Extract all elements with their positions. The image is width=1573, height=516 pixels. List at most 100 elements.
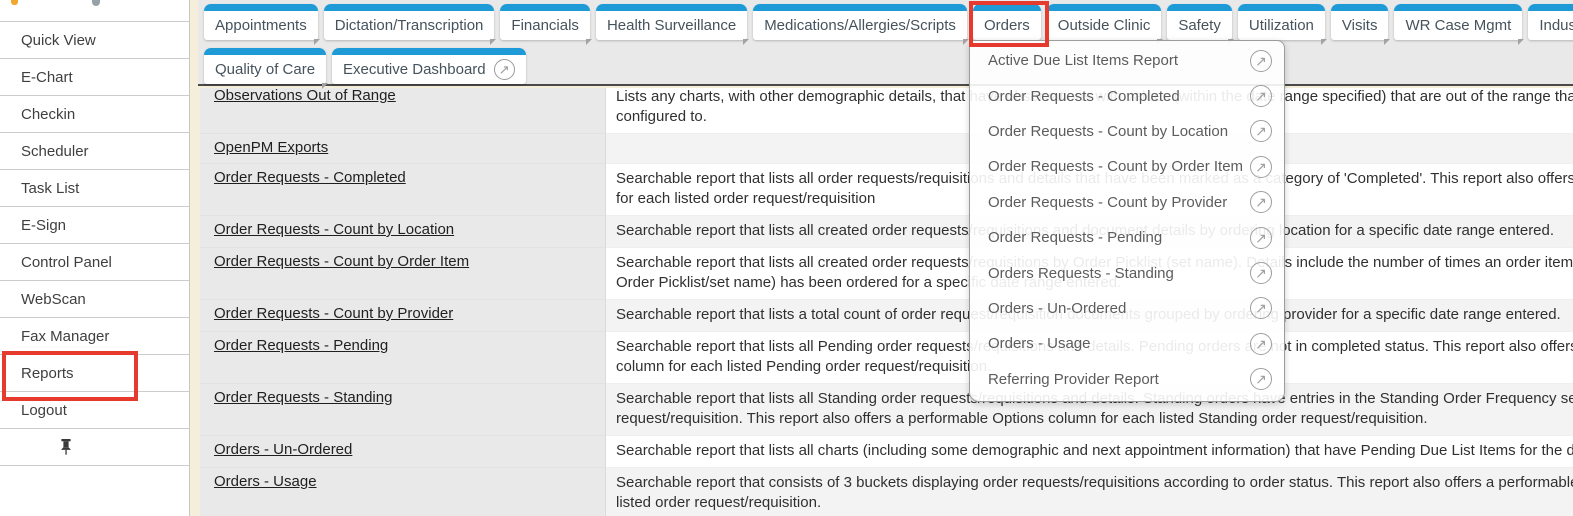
report-link[interactable]: Orders - Un-Ordered — [214, 441, 352, 458]
report-row: OpenPM Exports — [200, 133, 1573, 163]
report-link-cell: Order Requests - Completed — [200, 163, 606, 215]
dropdown-menu-item[interactable]: Orders - Un-Ordered ↗ — [970, 291, 1284, 326]
report-category-tab[interactable]: Utilization ↗ — [1238, 4, 1325, 40]
report-link-cell: Order Requests - Count by Provider — [200, 299, 606, 331]
tab-label: Outside Clinic — [1058, 17, 1151, 34]
dropdown-menu-item[interactable]: Order Requests - Completed ↗ — [970, 78, 1284, 113]
sidebar-item[interactable]: Scheduler — [0, 133, 189, 170]
sidebar-item[interactable]: E-Sign — [0, 207, 189, 244]
dropdown-menu-item[interactable]: Order Requests - Count by Location ↗ — [970, 114, 1284, 149]
sidebar-item-label: Fax Manager — [21, 328, 109, 345]
report-link-cell: Orders - Un-Ordered — [200, 435, 606, 467]
sidebar-item[interactable]: Reports — [0, 355, 189, 392]
report-row: Order Requests - Completed Searchable re… — [200, 163, 1573, 215]
tab-label: WR Case Mgmt — [1405, 17, 1511, 34]
open-report-icon[interactable]: ↗ — [1250, 333, 1272, 355]
report-category-tab[interactable]: Orders ↗ Active Due List Items Report ↗ … — [973, 4, 1041, 40]
open-report-icon[interactable]: ↗ — [1250, 120, 1272, 142]
content-region: Appointments ↗ Dictation/Transcription ↗… — [198, 0, 1573, 516]
sidebar-item[interactable]: Logout — [0, 392, 189, 429]
report-link[interactable]: Orders - Usage — [214, 473, 317, 490]
report-link[interactable]: Order Requests - Count by Provider — [214, 305, 453, 322]
tab-label: Financials — [511, 17, 579, 34]
sidebar-menu: Quick View E-Chart Checkin Scheduler Tas… — [0, 22, 189, 429]
report-category-tab[interactable]: Executive Dashboard ↗ — [332, 48, 526, 84]
report-row: Order Requests - Count by Provider Searc… — [200, 299, 1573, 331]
open-report-icon[interactable]: ↗ — [1250, 191, 1272, 213]
tab-label: Industrial Hygiene — [1539, 17, 1573, 34]
sidebar-item[interactable]: Fax Manager — [0, 318, 189, 355]
open-report-icon[interactable]: ↗ — [1250, 156, 1272, 178]
report-row: Orders - Usage Searchable report that co… — [200, 467, 1573, 516]
report-link[interactable]: Order Requests - Count by Location — [214, 221, 454, 238]
report-category-tab[interactable]: Health Surveillance ↗ — [596, 4, 747, 40]
tab-label: Safety — [1178, 17, 1221, 34]
sidebar-item[interactable]: WebScan — [0, 281, 189, 318]
report-category-tab[interactable]: Outside Clinic ↗ — [1047, 4, 1162, 40]
report-category-tab[interactable]: Appointments ↗ — [204, 4, 318, 40]
sidebar-pin-button[interactable] — [0, 429, 189, 466]
external-link-icon[interactable]: ↗ — [494, 59, 515, 80]
orders-dropdown-list: Active Due List Items Report ↗ Order Req… — [970, 41, 1284, 401]
report-category-tab[interactable]: Medications/Allergies/Scripts ↗ — [753, 4, 967, 40]
open-report-icon[interactable]: ↗ — [1250, 368, 1272, 390]
dropdown-menu-item[interactable]: Active Due List Items Report ↗ — [970, 43, 1284, 78]
report-category-tab[interactable]: Safety ↗ — [1167, 4, 1232, 40]
sidebar-item[interactable]: Checkin — [0, 96, 189, 133]
report-description: Searchable report that consists of 3 buc… — [606, 467, 1573, 516]
report-row: Observations Out of Range Lists any char… — [200, 88, 1573, 133]
sidebar-item[interactable]: Quick View — [0, 22, 189, 59]
dropdown-menu-item[interactable]: Order Requests - Count by Provider ↗ — [970, 185, 1284, 220]
report-category-tab[interactable]: Financials ↗ — [500, 4, 590, 40]
dropdown-item-label: Orders Requests - Standing — [988, 265, 1174, 282]
dropdown-menu-item[interactable]: Referring Provider Report ↗ — [970, 362, 1284, 397]
report-category-tab[interactable]: Dictation/Transcription ↗ — [324, 4, 495, 40]
report-link[interactable]: Order Requests - Count by Order Item — [214, 253, 469, 270]
open-report-icon[interactable]: ↗ — [1250, 227, 1272, 249]
report-category-tab[interactable]: Industrial Hygiene ↗ — [1528, 4, 1573, 40]
dropdown-menu-item[interactable]: Orders - Usage ↗ — [970, 326, 1284, 361]
report-category-tab[interactable]: WR Case Mgmt ↗ — [1394, 4, 1522, 40]
dropdown-menu-item[interactable]: Order Requests - Count by Order Item ↗ — [970, 149, 1284, 184]
report-description-line: listed order request/requisition. — [616, 493, 1573, 513]
open-report-icon[interactable]: ↗ — [1250, 50, 1272, 72]
open-report-icon[interactable]: ↗ — [1250, 85, 1272, 107]
dropdown-item-label: Active Due List Items Report — [988, 52, 1178, 69]
report-link[interactable]: Order Requests - Completed — [214, 169, 406, 186]
report-row: Order Requests - Standing Searchable rep… — [200, 383, 1573, 435]
dropdown-item-label: Orders - Un-Ordered — [988, 300, 1126, 317]
report-description-line: request/requisition. This report also of… — [616, 409, 1573, 429]
dropdown-item-label: Order Requests - Count by Location — [988, 123, 1228, 140]
dropdown-item-label: Order Requests - Pending — [988, 229, 1162, 246]
sidebar-item-label: Scheduler — [21, 143, 89, 160]
sidebar-logo-area — [0, 0, 189, 22]
report-link[interactable]: Order Requests - Pending — [214, 337, 388, 354]
report-link[interactable]: OpenPM Exports — [214, 139, 328, 156]
report-category-tab[interactable]: Visits ↗ — [1331, 4, 1389, 40]
sidebar-item-label: Logout — [21, 402, 67, 419]
sidebar-item[interactable]: E-Chart — [0, 59, 189, 96]
pushpin-icon — [60, 439, 72, 455]
report-link[interactable]: Order Requests - Standing — [214, 389, 392, 406]
tab-label: Dictation/Transcription — [335, 17, 484, 34]
dropdown-item-label: Orders - Usage — [988, 335, 1091, 352]
logo-remnant-icon — [11, 0, 18, 5]
report-row: Order Requests - Pending Searchable repo… — [200, 331, 1573, 383]
dropdown-item-label: Order Requests - Count by Provider — [988, 194, 1227, 211]
sidebar-item-label: WebScan — [21, 291, 86, 308]
dropdown-menu-item[interactable]: Orders Requests - Standing ↗ — [970, 255, 1284, 290]
open-report-icon[interactable]: ↗ — [1250, 297, 1272, 319]
sidebar-item-label: Reports — [21, 365, 74, 382]
open-report-icon[interactable]: ↗ — [1250, 262, 1272, 284]
report-list: Observations Out of Range Lists any char… — [200, 88, 1573, 516]
report-description-line: Searchable report that consists of 3 buc… — [616, 473, 1573, 493]
report-link[interactable]: Observations Out of Range — [214, 88, 396, 104]
tab-label: Executive Dashboard — [343, 61, 486, 78]
orders-dropdown-menu: Active Due List Items Report ↗ Order Req… — [969, 40, 1285, 402]
dropdown-menu-item[interactable]: Order Requests - Pending ↗ — [970, 220, 1284, 255]
report-category-tab[interactable]: Quality of Care ↗ — [204, 48, 326, 84]
sidebar-item[interactable]: Task List — [0, 170, 189, 207]
logo-remnant-icon — [92, 0, 100, 6]
sidebar-item-label: Checkin — [21, 106, 75, 123]
sidebar-item[interactable]: Control Panel — [0, 244, 189, 281]
